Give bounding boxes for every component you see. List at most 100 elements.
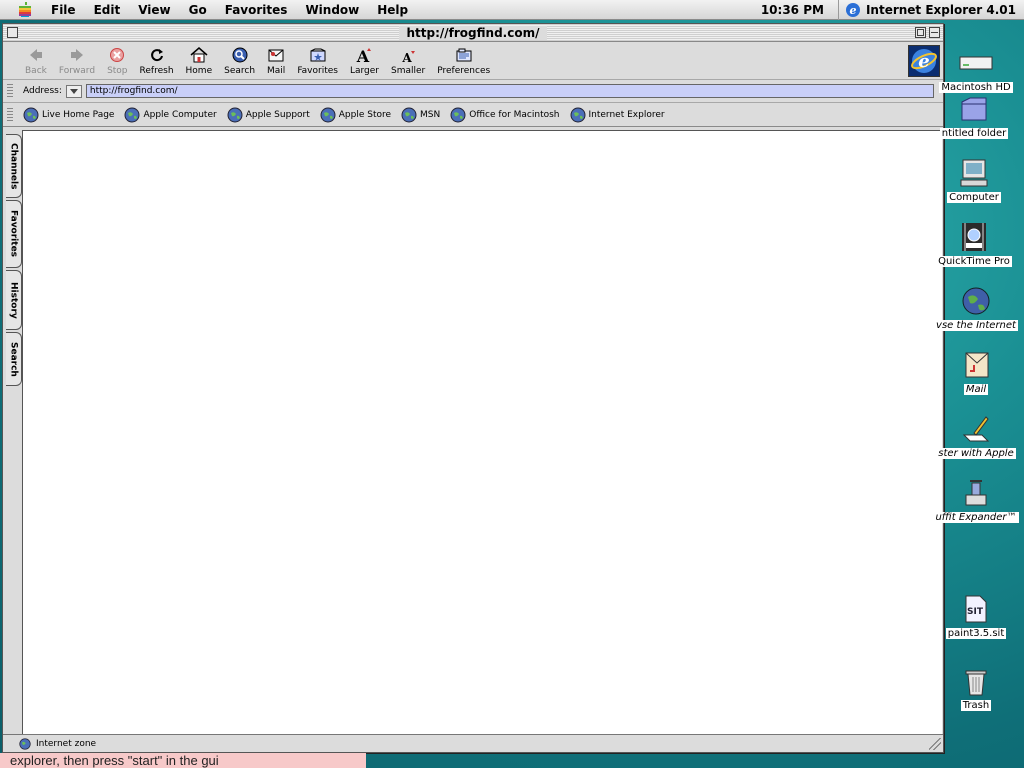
- overlay-caption: explorer, then press "start" in the gui: [0, 753, 366, 768]
- globe-icon: [401, 107, 417, 122]
- desktop-icon-stuffit-expander[interactable]: uffit Expander™: [933, 476, 1019, 523]
- stop-button-label: Stop: [107, 66, 128, 76]
- stuffit-icon: [965, 480, 987, 506]
- smaller-text-icon: A: [401, 51, 416, 63]
- desktop-icon-mail[interactable]: Mail: [936, 348, 1016, 395]
- stop-button[interactable]: Stop: [101, 46, 133, 79]
- favorite-internet-explorer[interactable]: Internet Explorer: [570, 107, 665, 123]
- globe-icon: [320, 107, 336, 122]
- explorer-bar-tabs: Channels Favorites History Search: [6, 130, 22, 735]
- favorite-label: Apple Support: [245, 109, 310, 120]
- menu-window[interactable]: Window: [296, 0, 368, 20]
- mail-icon: [965, 352, 989, 378]
- back-arrow-icon: [29, 49, 42, 61]
- stop-icon: [110, 48, 125, 62]
- search-button-label: Search: [224, 66, 256, 76]
- forward-button-label: Forward: [58, 66, 96, 76]
- desktop-icon-label: ster with Apple: [936, 448, 1016, 459]
- menu-view[interactable]: View: [129, 0, 179, 20]
- preferences-button[interactable]: Preferences: [431, 46, 496, 79]
- address-label: Address:: [23, 86, 62, 96]
- desktop-icon-computer[interactable]: Computer: [934, 156, 1014, 203]
- svg-text:A: A: [401, 51, 412, 63]
- favorite-apple-support[interactable]: Apple Support: [227, 107, 310, 123]
- globe-icon: [570, 107, 585, 122]
- refresh-icon: [150, 49, 163, 62]
- tab-channels[interactable]: Channels: [6, 134, 22, 198]
- internet-explorer-icon: e: [911, 49, 937, 73]
- refresh-button-label: Refresh: [139, 66, 174, 76]
- window-titlebar[interactable]: http://frogfind.com/: [3, 24, 943, 42]
- close-box[interactable]: [7, 27, 18, 38]
- computer-icon: [960, 159, 988, 187]
- favorite-label: Apple Store: [338, 109, 392, 120]
- favorite-apple-store[interactable]: Apple Store: [320, 107, 391, 123]
- smaller-button[interactable]: A Smaller: [385, 46, 431, 79]
- favorite-msn[interactable]: MSN: [401, 107, 440, 123]
- menu-edit[interactable]: Edit: [85, 0, 130, 20]
- favorites-bar-grip[interactable]: [7, 107, 13, 122]
- archive-file-icon: SIT: [965, 595, 987, 623]
- svg-text:e: e: [849, 4, 856, 17]
- desktop-icon-register-with-apple[interactable]: ster with Apple: [936, 412, 1016, 459]
- globe-icon: [19, 737, 31, 750]
- desktop-icon-label: ntitled folder: [939, 128, 1009, 139]
- desktop-icon-label: Mail: [963, 384, 989, 395]
- apple-menu-icon[interactable]: [14, 1, 36, 17]
- tab-search[interactable]: Search: [6, 332, 22, 386]
- larger-button-label: Larger: [349, 66, 379, 76]
- desktop-icon-macintosh-hd[interactable]: Macintosh HD: [936, 46, 1016, 93]
- quicktime-icon: [962, 223, 986, 251]
- favorites-button[interactable]: Favorites: [291, 46, 344, 79]
- favorite-label: Office for Macintosh: [469, 109, 560, 120]
- application-menu[interactable]: e Internet Explorer 4.01: [839, 0, 1024, 20]
- favorite-label: Internet Explorer: [588, 109, 665, 120]
- menubar-clock[interactable]: 10:36 PM: [747, 0, 839, 20]
- globe-icon: [124, 107, 140, 122]
- resize-grip[interactable]: [929, 738, 941, 750]
- svg-text:A: A: [356, 47, 370, 63]
- search-icon: [232, 47, 248, 63]
- favorite-office-for-macintosh[interactable]: Office for Macintosh: [450, 107, 560, 123]
- favorite-label: Live Home Page: [42, 109, 115, 120]
- desktop-icon-untitled-folder[interactable]: ntitled folder: [934, 92, 1014, 139]
- desktop-icon-label: uffit Expander™: [933, 512, 1019, 523]
- desktop-icon-paint-archive[interactable]: SIT paint3.5.sit: [936, 592, 1016, 639]
- menu-help[interactable]: Help: [368, 0, 417, 20]
- address-bar: Address:: [3, 80, 943, 103]
- menu-go[interactable]: Go: [180, 0, 216, 20]
- register-icon: [962, 416, 990, 442]
- menu-file[interactable]: File: [42, 0, 85, 20]
- desktop-icon-browse-the-internet[interactable]: vse the Internet: [934, 284, 1018, 331]
- chevron-down-icon: [69, 88, 78, 94]
- web-page-viewport[interactable]: [22, 130, 942, 734]
- search-button[interactable]: Search: [218, 46, 261, 79]
- refresh-button[interactable]: Refresh: [134, 46, 180, 79]
- larger-text-icon: A: [356, 47, 372, 63]
- forward-button[interactable]: Forward: [53, 46, 101, 79]
- larger-button[interactable]: A Larger: [344, 46, 385, 79]
- home-button[interactable]: Home: [180, 46, 219, 79]
- favorite-apple-computer[interactable]: Apple Computer: [124, 107, 217, 123]
- tab-history[interactable]: History: [6, 270, 22, 330]
- favorites-bar: Live Home Page Apple Computer Apple Supp…: [3, 103, 943, 127]
- desktop-icon-trash[interactable]: Trash: [936, 664, 1016, 711]
- security-zone: Internet zone: [36, 738, 97, 749]
- trash-icon: [965, 670, 987, 696]
- mail-button[interactable]: Mail: [261, 46, 291, 79]
- favorites-button-label: Favorites: [297, 66, 338, 76]
- collapse-box[interactable]: [929, 27, 940, 38]
- globe-icon: [450, 107, 466, 122]
- address-input[interactable]: [85, 84, 934, 98]
- menu-favorites[interactable]: Favorites: [216, 0, 297, 20]
- zoom-box[interactable]: [915, 27, 926, 38]
- tab-favorites[interactable]: Favorites: [6, 200, 22, 268]
- address-bar-grip[interactable]: [7, 84, 13, 98]
- back-button[interactable]: Back: [19, 46, 53, 79]
- mail-button-label: Mail: [267, 66, 286, 76]
- desktop-icon-quicktime-pro[interactable]: QuickTime Pro: [934, 220, 1014, 267]
- favorite-live-home-page[interactable]: Live Home Page: [23, 107, 114, 123]
- favorites-icon: [310, 48, 326, 62]
- hard-disk-icon: [959, 56, 993, 70]
- address-history-dropdown[interactable]: [65, 84, 82, 98]
